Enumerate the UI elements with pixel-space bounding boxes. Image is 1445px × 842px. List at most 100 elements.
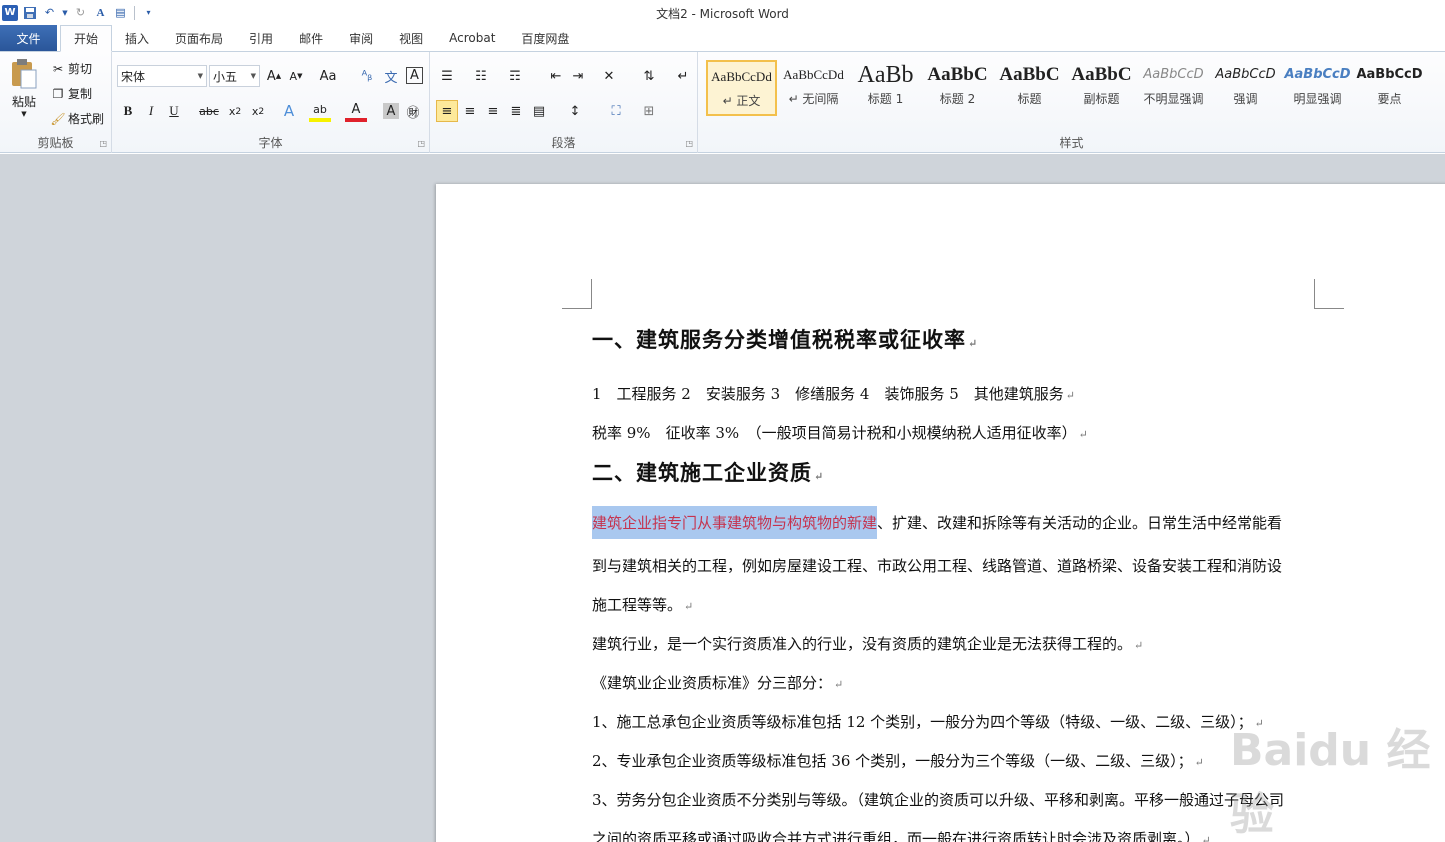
paragraph-text: 施工程等等。 xyxy=(592,596,683,614)
style-strong[interactable]: AaBbCcD 要点 xyxy=(1354,60,1425,116)
tab-home[interactable]: 开始 xyxy=(60,25,113,52)
font-size-dropdown[interactable]: 小五 ▼ xyxy=(209,65,260,87)
superscript-icon[interactable]: x2 xyxy=(247,100,269,122)
align-right-icon[interactable]: ≡ xyxy=(482,100,504,122)
style-heading-2[interactable]: AaBbC 标题 2 xyxy=(922,60,993,116)
paragraph-mark: ↵ xyxy=(1134,639,1144,652)
paragraph-text: 《建筑业企业资质标准》分三部分： xyxy=(592,674,833,692)
list-item[interactable]: 3、劳务分包企业资质不分类别与等级。（建筑企业的资质可以升级、平移和剥离。平移一… xyxy=(592,789,1284,810)
numbering-icon[interactable]: ☷ xyxy=(470,65,492,87)
font-name-value: 宋体 xyxy=(121,69,146,84)
justify-icon[interactable]: ≣ xyxy=(505,100,527,122)
align-center-icon[interactable]: ≡ xyxy=(459,100,481,122)
baidu-watermark: Baidu 经验 xyxy=(1230,725,1431,840)
paragraph-line[interactable]: 到与建筑相关的工程，例如房屋建设工程、市政公用工程、线路管道、道路桥梁、设备安装… xyxy=(592,555,1282,576)
line-spacing-icon[interactable]: ↕ xyxy=(564,100,586,122)
style-sample: AaBbCcDd xyxy=(783,67,844,82)
list-item[interactable]: 之间的资质平移或通过吸收合并方式进行重组，而一般在进行资质转让时会涉及资质剥离。… xyxy=(592,828,1211,842)
paragraph-mark: ↵ xyxy=(1194,756,1204,769)
bold-icon[interactable]: B xyxy=(117,100,139,122)
style-normal[interactable]: AaBbCcDd ↵ 正文 xyxy=(706,60,777,116)
tab-acrobat[interactable]: Acrobat xyxy=(436,25,508,51)
heading-text: 二、建筑施工企业资质 xyxy=(592,460,812,485)
style-subtitle[interactable]: AaBbC 副标题 xyxy=(1066,60,1137,116)
font-group-label: 字体 xyxy=(258,136,283,150)
cut-button[interactable]: ✂ 剪切 xyxy=(50,60,92,77)
bullets-icon[interactable]: ☰ xyxy=(436,65,458,87)
tab-page-layout[interactable]: 页面布局 xyxy=(162,25,236,51)
style-emphasis[interactable]: AaBbCcD 强调 xyxy=(1210,60,1281,116)
service-list-line[interactable]: 1 工程服务 2 安装服务 3 修缮服务 4 装饰服务 5 其他建筑服务 ↵ xyxy=(592,383,1075,404)
grow-font-icon[interactable]: A ▲ xyxy=(263,65,285,87)
style-name: ↵ 正文 xyxy=(722,94,761,108)
paragraph-mark: ↵ xyxy=(1065,389,1076,402)
paragraph-line[interactable]: 建筑企业指专门从事建筑物与构筑物的新建、扩建、改建和拆除等有关活动的企业。日常生… xyxy=(592,506,1282,539)
tab-view[interactable]: 视图 xyxy=(386,25,436,51)
chinese-layout-icon[interactable]: ✕ xyxy=(598,65,620,87)
sort-icon[interactable]: ⇅ xyxy=(638,65,660,87)
style-no-spacing[interactable]: AaBbCcDd ↵ 无间隔 xyxy=(778,60,849,116)
brush-icon: 🖌 xyxy=(50,111,66,126)
dialog-launcher-icon[interactable]: ◳ xyxy=(99,139,107,148)
strikethrough-icon[interactable]: abc xyxy=(198,100,220,122)
character-shading-icon[interactable]: A xyxy=(383,103,399,119)
shading-icon[interactable]: ⛶ xyxy=(605,100,627,122)
tab-insert[interactable]: 插入 xyxy=(112,25,162,51)
paragraph-line[interactable]: 建筑行业，是一个实行资质准入的行业，没有资质的建筑企业是无法获得工程的。 ↵ xyxy=(592,633,1143,654)
paragraph-group-label: 段落 xyxy=(551,136,576,150)
subscript-icon[interactable]: x2 xyxy=(224,100,246,122)
dialog-launcher-icon[interactable]: ◳ xyxy=(685,139,693,148)
style-sample: AaBbCcD xyxy=(1356,67,1423,82)
change-case-icon[interactable]: Aa xyxy=(317,65,339,87)
phonetic-guide-icon[interactable]: 文 xyxy=(380,65,402,87)
font-color-icon[interactable]: A xyxy=(345,100,367,122)
multilevel-list-icon[interactable]: ☶ xyxy=(504,65,526,87)
tab-file[interactable]: 文件 xyxy=(0,25,57,51)
show-marks-icon[interactable]: ↵ xyxy=(672,65,694,87)
paragraph-line[interactable]: 《建筑业企业资质标准》分三部分： ↵ xyxy=(592,672,843,693)
decrease-indent-icon[interactable]: ⇤ xyxy=(545,65,567,87)
font-name-dropdown[interactable]: 宋体 ▼ xyxy=(117,65,207,87)
style-subtle-emphasis[interactable]: AaBbCcD 不明显强调 xyxy=(1138,60,1209,116)
list-item-text: 1、施工总承包企业资质等级标准包括 12 个类别，一般分为四个等级（特级、一级、… xyxy=(592,713,1253,731)
clipboard-group-label: 剪贴板 xyxy=(37,136,74,150)
style-title[interactable]: AaBbC 标题 xyxy=(994,60,1065,116)
increase-indent-icon[interactable]: ⇥ xyxy=(567,65,589,87)
tab-review[interactable]: 审阅 xyxy=(336,25,386,51)
selected-text[interactable]: 建筑企业指专门从事建筑物与构筑物的新建 xyxy=(592,506,878,539)
clear-formatting-icon[interactable]: ᴬᵦ xyxy=(356,65,378,87)
italic-icon[interactable]: I xyxy=(140,100,162,122)
shrink-font-icon[interactable]: A ▼ xyxy=(285,65,307,87)
tax-rate-line[interactable]: 税率 9% 征收率 3% （一般项目简易计税和小规模纳税人适用征收率） ↵ xyxy=(592,422,1088,443)
dialog-launcher-icon[interactable]: ◳ xyxy=(417,139,425,148)
align-left-icon[interactable]: ≡ xyxy=(436,100,458,122)
distributed-icon[interactable]: ▤ xyxy=(528,100,550,122)
format-painter-button[interactable]: 🖌 格式刷 xyxy=(50,110,104,127)
enclose-characters-icon[interactable]: ㊖ xyxy=(402,100,424,122)
character-border-icon[interactable]: A xyxy=(406,67,423,84)
style-heading-1[interactable]: AaBb 标题 1 xyxy=(850,60,921,116)
tab-baidu-netdisk[interactable]: 百度网盘 xyxy=(508,25,582,51)
highlight-color-icon[interactable]: ab xyxy=(309,100,331,122)
style-name: 标题 2 xyxy=(939,92,976,106)
document-area[interactable]: 一、建筑服务分类增值税税率或征收率 ↵ 1 工程服务 2 安装服务 3 修缮服务 … xyxy=(0,154,1445,842)
text-effects-icon[interactable]: A xyxy=(278,100,300,122)
list-item[interactable]: 2、专业承包企业资质等级标准包括 36 个类别，一般分为三个等级（一级、二级、三… xyxy=(592,750,1204,771)
borders-icon[interactable]: ⊞ xyxy=(638,100,660,122)
list-item[interactable]: 1、施工总承包企业资质等级标准包括 12 个类别，一般分为四个等级（特级、一级、… xyxy=(592,711,1264,732)
paragraph-line[interactable]: 施工程等等。 ↵ xyxy=(592,594,693,615)
heading-qualification[interactable]: 二、建筑施工企业资质 ↵ xyxy=(592,457,824,487)
underline-icon[interactable]: U xyxy=(163,100,185,122)
paragraph-mark: ↵ xyxy=(1078,428,1088,441)
paste-button[interactable]: 粘贴 ▼ xyxy=(6,58,42,128)
copy-button[interactable]: ❐ 复制 xyxy=(50,85,92,102)
style-intense-emphasis[interactable]: AaBbCcD 明显强调 xyxy=(1282,60,1353,116)
style-sample: AaBbCcD xyxy=(1143,67,1204,82)
tab-references[interactable]: 引用 xyxy=(236,25,286,51)
copy-label: 复制 xyxy=(68,87,93,101)
font-group: 宋体 ▼ 小五 ▼ A ▲ A ▼ Aa ᴬᵦ 文 A B I U abc x2 x… xyxy=(112,52,430,153)
tab-mailings[interactable]: 邮件 xyxy=(286,25,336,51)
heading-tax-rate[interactable]: 一、建筑服务分类增值税税率或征收率 ↵ xyxy=(592,324,978,354)
margin-corner-top-right xyxy=(1314,279,1344,309)
clipboard-group: 粘贴 ▼ ✂ 剪切 ❐ 复制 🖌 格式刷 剪贴板 ◳ xyxy=(0,52,112,153)
